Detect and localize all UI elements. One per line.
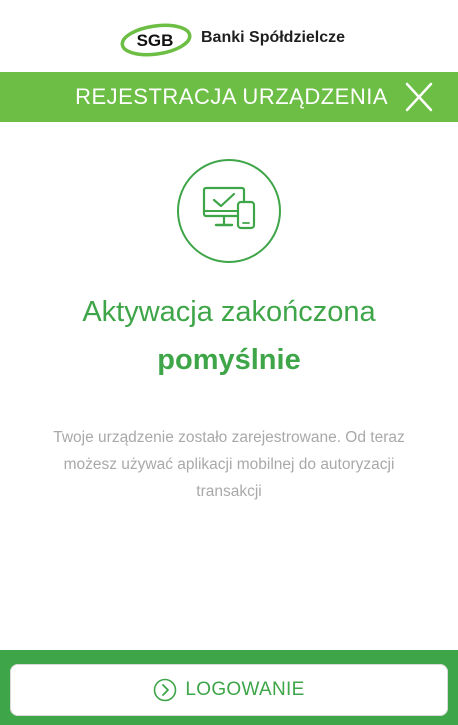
success-headline: Aktywacja zakończona bbox=[82, 296, 376, 328]
close-button[interactable] bbox=[402, 82, 436, 112]
login-button-label: LOGOWANIE bbox=[185, 679, 305, 700]
login-button-content: LOGOWANIE bbox=[10, 664, 448, 716]
device-registration-success-screen: SGB Banki Spółdzielcze REJESTRACJA URZĄD… bbox=[0, 0, 458, 725]
chevron-right-circle-icon bbox=[154, 678, 177, 702]
close-icon bbox=[405, 82, 433, 112]
app-header: SGB Banki Spółdzielcze bbox=[0, 0, 458, 72]
device-registered-icon bbox=[177, 159, 281, 263]
page-title: REJESTRACJA URZĄDZENIA bbox=[75, 84, 388, 109]
success-headline-emphasis: pomyślnie bbox=[157, 344, 301, 376]
sgb-logo: SGB bbox=[120, 23, 192, 57]
brand-name: Banki Spółdzielcze bbox=[201, 29, 346, 46]
title-bar: REJESTRACJA URZĄDZENIA bbox=[0, 72, 458, 122]
logo-short-text: SGB bbox=[137, 31, 174, 50]
success-message: Twoje urządzenie zostało zarejestrowane.… bbox=[53, 429, 405, 500]
login-button[interactable]: LOGOWANIE bbox=[10, 664, 448, 716]
